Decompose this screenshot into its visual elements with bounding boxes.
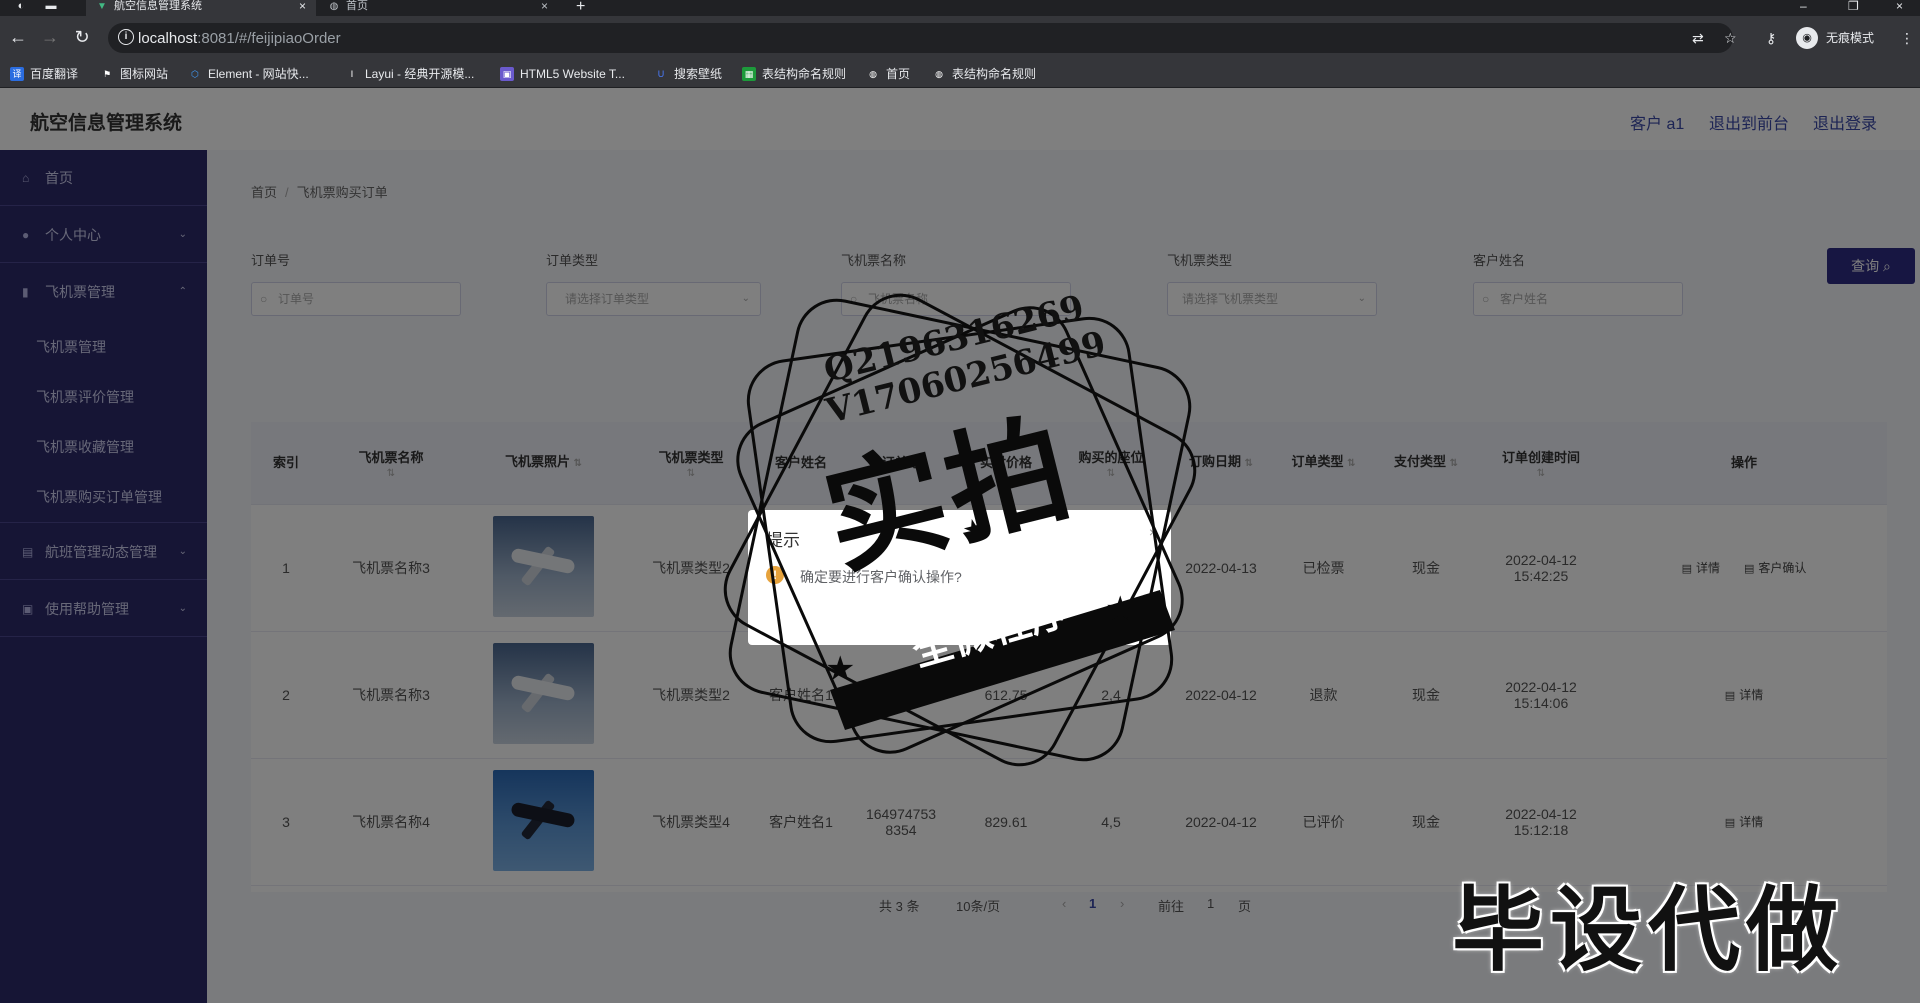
menu-dots-icon[interactable]: ⋮ (1900, 30, 1914, 47)
new-tab-icon[interactable]: + (576, 0, 585, 16)
bookmark-item[interactable]: ▦ 表结构命名规则 (742, 60, 846, 88)
bookmark-label: Element - 网站快... (208, 67, 309, 81)
address-bar: ← → ↻ i localhost:8081/#/feijipiaoOrder … (0, 16, 1920, 60)
incognito-icon: ◉ (1796, 27, 1818, 49)
url-host: localhost (138, 30, 198, 47)
tab-search-icon[interactable]: ▬ (44, 0, 58, 12)
maximize-icon[interactable]: ❐ (1848, 0, 1859, 12)
chrome-profile-icon[interactable]: ◐ (14, 0, 28, 12)
bookmark-label: 搜索壁纸 (674, 67, 723, 81)
window-close-icon[interactable]: × (1896, 0, 1903, 12)
bookmark-item[interactable]: ⚑ 图标网站 (100, 60, 168, 88)
sheet-icon: ▦ (742, 67, 756, 81)
incognito-badge[interactable]: ◉ 无痕模式 (1796, 25, 1884, 51)
close-icon[interactable]: × (541, 0, 548, 12)
bookmark-label: 图标网站 (120, 67, 169, 81)
bookmark-item[interactable]: U 搜索壁纸 (654, 60, 722, 88)
element-icon: ⬡ (191, 69, 199, 79)
bookmark-item[interactable]: ⬡ Element - 网站快... (188, 60, 309, 88)
url-path: :8081/#/feijipiaoOrder (197, 30, 341, 47)
vue-icon: ▼ (97, 1, 107, 12)
bookmark-item[interactable]: Ⅰ Layui - 经典开源模... (345, 60, 475, 88)
key-icon[interactable]: ⚷ (1766, 30, 1776, 47)
globe-icon: ◍ (869, 69, 877, 79)
layui-icon: Ⅰ (350, 69, 354, 79)
incognito-label: 无痕模式 (1826, 31, 1875, 45)
forward-icon[interactable]: → (39, 28, 61, 46)
translate-icon[interactable]: ⇄ (1692, 30, 1704, 47)
bookmark-label: 首页 (886, 67, 911, 81)
bookmark-label: 表结构命名规则 (762, 67, 847, 81)
bookmarks-bar: 译百度翻译 ⚑ 图标网站 ⬡ Element - 网站快... Ⅰ Layui - 经… (0, 60, 1920, 88)
info-icon[interactable]: i (118, 29, 134, 45)
back-icon[interactable]: ← (7, 28, 29, 46)
bookmark-label: HTML5 Website T... (520, 67, 625, 81)
url-input[interactable]: i localhost:8081/#/feijipiaoOrder (108, 23, 1733, 53)
bookmark-label: Layui - 经典开源模... (365, 67, 475, 81)
svg-text:★: ★ (825, 649, 855, 689)
bookmark-label: 百度翻译 (30, 67, 79, 81)
bookmark-item[interactable]: ▣ HTML5 Website T... (500, 60, 625, 88)
reload-icon[interactable]: ↻ (71, 28, 93, 46)
svg-text:★: ★ (1105, 589, 1135, 629)
close-icon[interactable]: × (299, 0, 306, 12)
bookmark-item[interactable]: ◍ 表结构命名规则 (932, 60, 1036, 88)
html5-icon: ▣ (500, 67, 514, 81)
bookmark-item[interactable]: ◍ 首页 (866, 60, 910, 88)
bookmark-label: 表结构命名规则 (952, 67, 1037, 81)
globe-icon: ◍ (329, 1, 339, 12)
browser-tab[interactable]: ◍ 首页 × (318, 0, 558, 16)
tab-title: 航空信息管理系统 (114, 0, 202, 12)
browser-tab-active[interactable]: ▼ 航空信息管理系统 × (86, 0, 316, 16)
globe-icon: ◍ (935, 69, 943, 79)
translate-icon: 译 (10, 67, 24, 81)
tab-title: 首页 (346, 0, 368, 12)
star-icon[interactable]: ☆ (1724, 30, 1737, 47)
wallpaper-icon: U (657, 69, 665, 79)
watermark-corner: 毕设代做 (1452, 877, 1845, 984)
browser-tab-strip: ◐ ▬ ▼ 航空信息管理系统 × ◍ 首页 × + – ❐ × (0, 0, 1920, 16)
minimize-icon[interactable]: – (1800, 0, 1807, 12)
flag-icon: ⚑ (102, 69, 112, 79)
bookmark-item[interactable]: 译百度翻译 (10, 60, 78, 88)
